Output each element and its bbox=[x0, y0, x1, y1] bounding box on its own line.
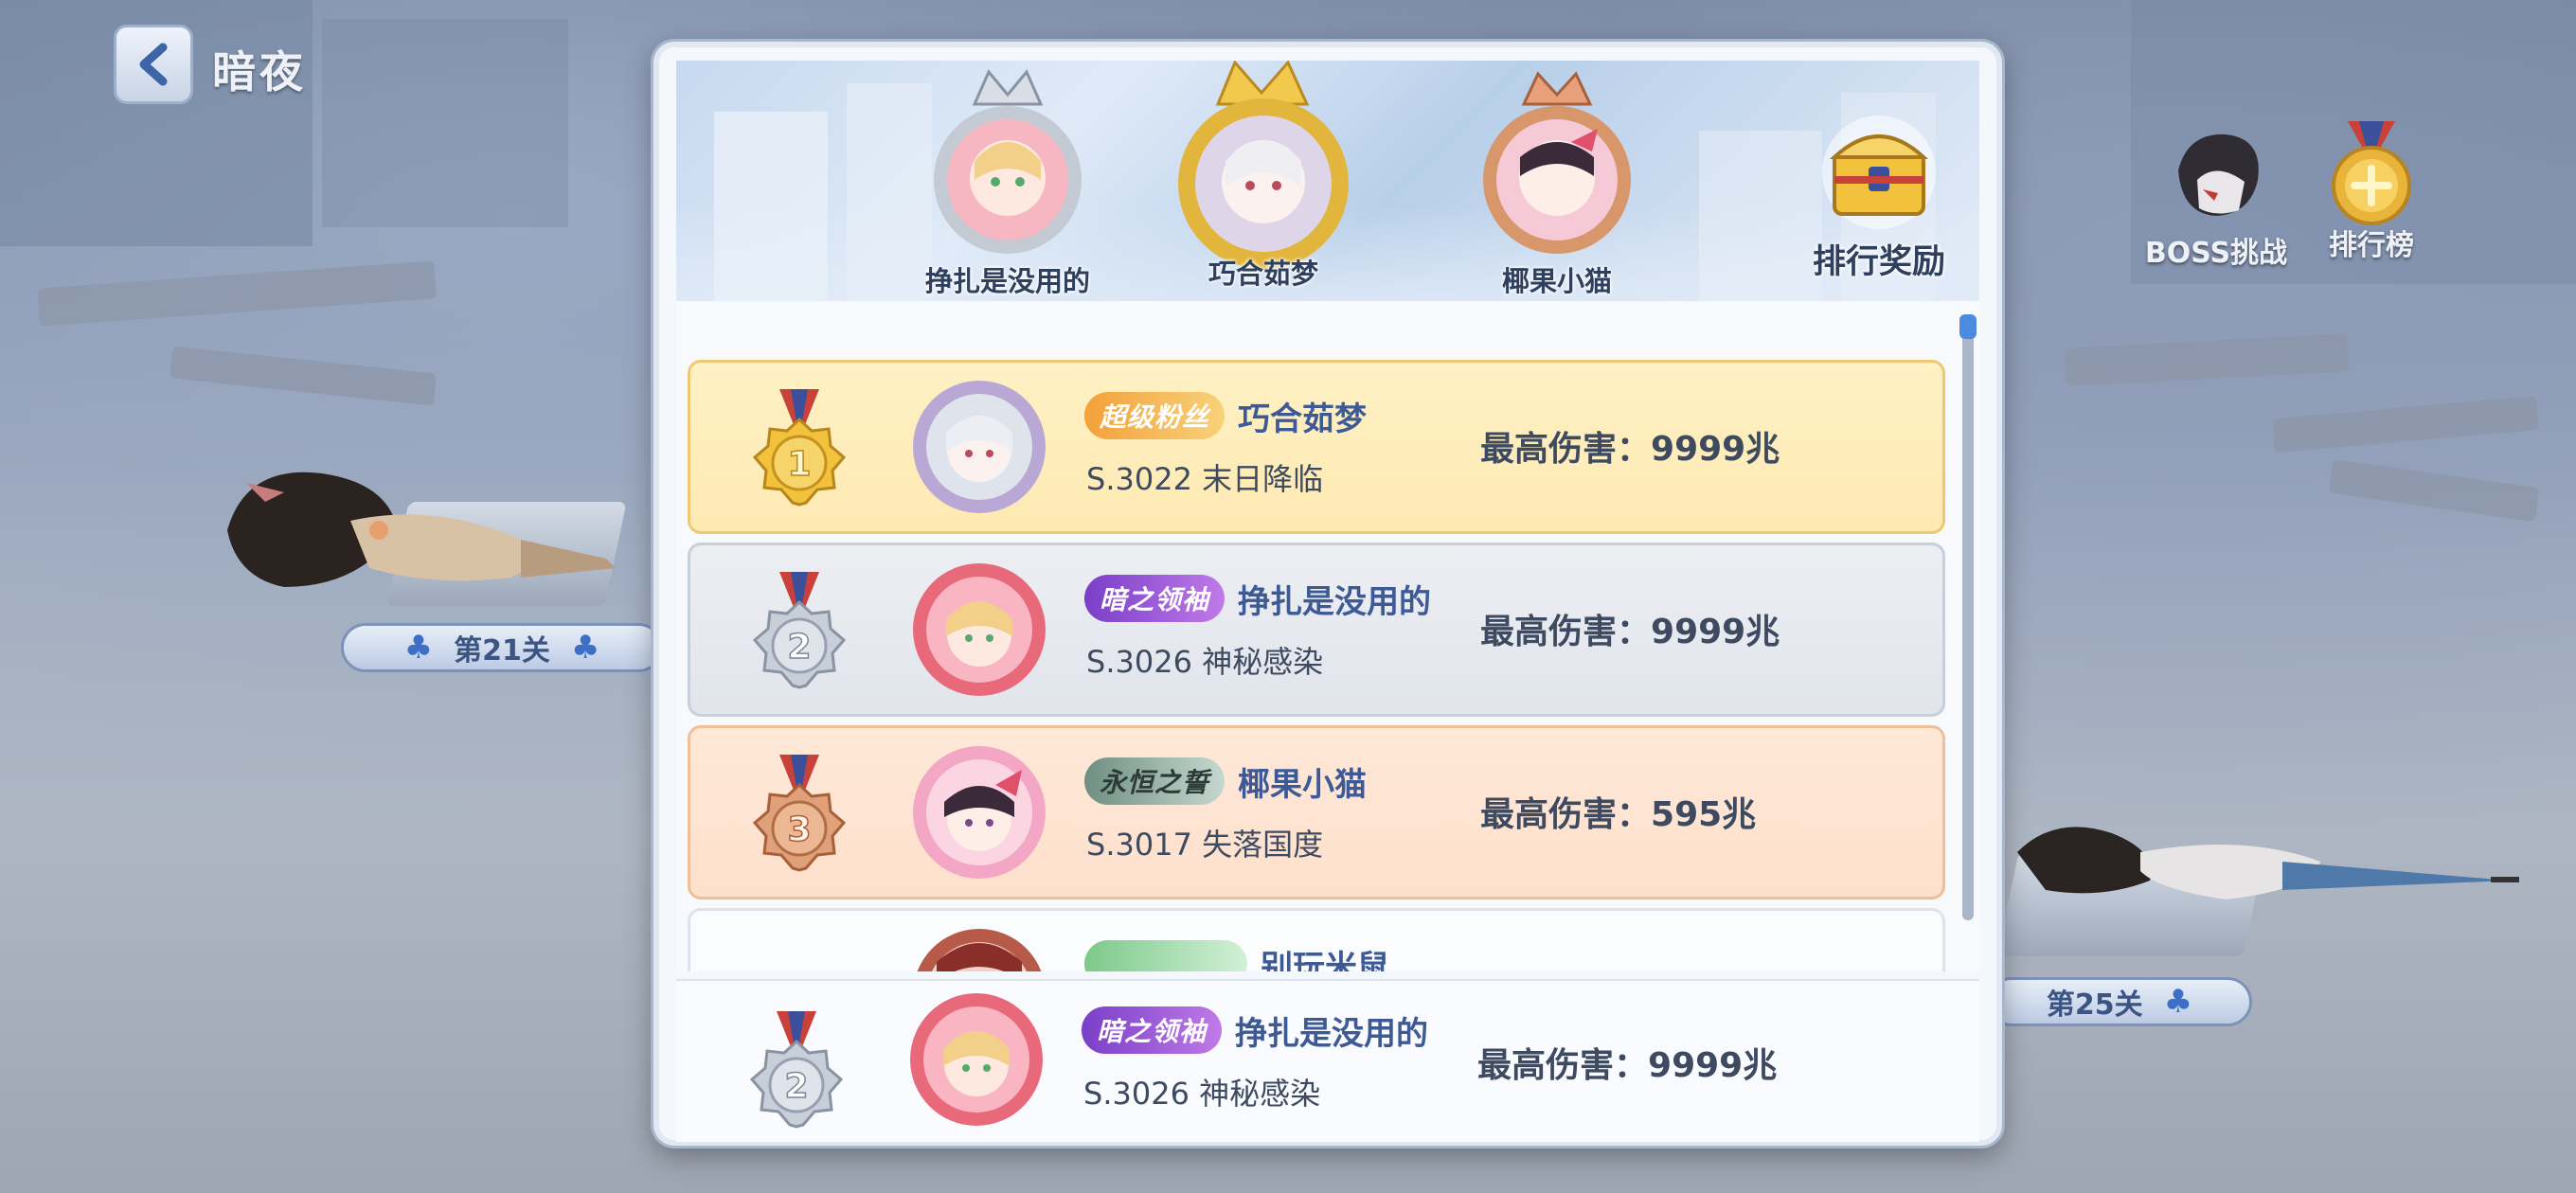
title-badge: 永恒之誓 bbox=[1084, 757, 1225, 805]
scrollbar-thumb[interactable] bbox=[1959, 314, 1977, 339]
svg-text:1: 1 bbox=[787, 445, 811, 484]
max-damage: 最高伤害：9999兆 bbox=[1480, 430, 1780, 469]
podium-banner: 挣扎是没用的 巧合茹梦 椰果小猫 排行奖励 bbox=[676, 61, 1979, 301]
ranking-list[interactable]: 1 超级粉丝 巧合茹梦 S.3022 末日降临 最高伤害：9999兆 2 暗之领… bbox=[676, 301, 1979, 971]
player-name[interactable]: 别玩米鼠 bbox=[1261, 941, 1389, 972]
ranking-row[interactable]: 2 暗之领袖 挣扎是没用的 S.3026 神秘感染 最高伤害：9999兆 bbox=[688, 543, 1945, 717]
server-info: S.3026 神秘感染 bbox=[1083, 1076, 1321, 1112]
boss-challenge-button[interactable]: BOSS挑战 bbox=[2131, 123, 2301, 271]
gold-medal-icon: 1 bbox=[752, 389, 847, 507]
player-avatar bbox=[913, 563, 1046, 696]
title-badge bbox=[1084, 940, 1247, 971]
ranking-button[interactable]: 排行榜 bbox=[2315, 117, 2428, 263]
svg-text:2: 2 bbox=[784, 1067, 808, 1106]
stage-label-right: 第25关 bbox=[2046, 988, 2143, 1022]
ranking-label: 排行榜 bbox=[2329, 229, 2414, 262]
ranking-reward-label: 排行奖励 bbox=[1812, 243, 1945, 281]
player-name[interactable]: 巧合茹梦 bbox=[1238, 393, 1367, 439]
boss-icon bbox=[2178, 134, 2259, 216]
bronze-laurel-avatar-icon bbox=[1483, 71, 1631, 254]
podium-third[interactable]: 椰果小猫 bbox=[1453, 66, 1661, 299]
player-avatar bbox=[913, 746, 1046, 879]
title-badge: 暗之领袖 bbox=[1084, 575, 1225, 622]
list-scrollbar[interactable] bbox=[1959, 314, 1977, 920]
svg-text:3: 3 bbox=[787, 810, 811, 849]
silver-medal-icon: 2 bbox=[749, 1011, 844, 1129]
stage-label-left: 第21关 bbox=[454, 634, 550, 668]
player-name[interactable]: 椰果小猫 bbox=[1238, 758, 1367, 805]
chevron-left-icon bbox=[139, 43, 168, 86]
bronze-medal-icon: 3 bbox=[752, 755, 847, 872]
back-button[interactable] bbox=[114, 25, 193, 104]
podium-name-first: 巧合茹梦 bbox=[1208, 258, 1318, 290]
silver-medal-icon: 2 bbox=[752, 572, 847, 689]
gold-laurel-avatar-icon bbox=[1178, 61, 1349, 269]
club-icon: ♣ bbox=[403, 629, 434, 667]
max-damage: 最高伤害：9999兆 bbox=[1477, 1046, 1778, 1085]
stage-tag-left[interactable]: ♣ 第21关 ♣ bbox=[341, 623, 663, 672]
club-icon: ♣ bbox=[2163, 983, 2193, 1021]
server-info: S.3022 末日降临 bbox=[1086, 461, 1324, 497]
title-badge: 超级粉丝 bbox=[1084, 392, 1225, 439]
player-name[interactable]: 挣扎是没用的 bbox=[1238, 576, 1431, 622]
ranking-medal-icon bbox=[2332, 121, 2411, 225]
stage-tag-right[interactable]: 第25关 ♣ bbox=[1987, 977, 2252, 1026]
player-avatar bbox=[910, 993, 1043, 1126]
ranking-row[interactable]: 1 超级粉丝 巧合茹梦 S.3022 末日降临 最高伤害：9999兆 bbox=[688, 360, 1945, 534]
svg-text:2: 2 bbox=[787, 628, 811, 667]
treasure-chest-icon bbox=[1822, 116, 1936, 229]
boss-challenge-label: BOSS挑战 bbox=[2144, 237, 2288, 270]
player-name: 挣扎是没用的 bbox=[1235, 1014, 1429, 1053]
my-rank-row: 2 暗之领袖 挣扎是没用的 S.3026 神秘感染 最高伤害：9999兆 bbox=[676, 979, 1979, 1142]
club-icon: ♣ bbox=[570, 629, 600, 667]
leaderboard-dialog: 挣扎是没用的 巧合茹梦 椰果小猫 排行奖励 1 超级粉丝 巧合茹梦 S.3022… bbox=[653, 42, 2002, 1146]
fallen-character-left bbox=[227, 472, 616, 587]
server-info: S.3026 神秘感染 bbox=[1086, 644, 1324, 680]
title-badge: 暗之领袖 bbox=[1082, 1006, 1223, 1054]
fallen-character-right bbox=[2017, 827, 2519, 899]
player-avatar bbox=[913, 381, 1046, 513]
max-damage: 最高伤害：9999兆 bbox=[1480, 613, 1780, 651]
podium-name-second: 挣扎是没用的 bbox=[924, 265, 1090, 297]
podium-second[interactable]: 挣扎是没用的 bbox=[894, 66, 1121, 299]
player-avatar bbox=[917, 929, 1042, 971]
podium-name-third: 椰果小猫 bbox=[1501, 265, 1612, 297]
ranking-reward-button[interactable]: 排行奖励 bbox=[1803, 116, 1955, 283]
ranking-row[interactable]: 别玩米鼠 bbox=[688, 908, 1945, 971]
max-damage: 最高伤害：595兆 bbox=[1480, 795, 1757, 834]
podium-first[interactable]: 巧合茹梦 bbox=[1150, 61, 1377, 292]
silver-laurel-avatar-icon bbox=[934, 69, 1082, 254]
ranking-row[interactable]: 3 永恒之誓 椰果小猫 S.3017 失落国度 最高伤害：595兆 bbox=[688, 725, 1945, 899]
server-info: S.3017 失落国度 bbox=[1086, 827, 1324, 863]
page-title: 暗夜 bbox=[212, 46, 307, 98]
